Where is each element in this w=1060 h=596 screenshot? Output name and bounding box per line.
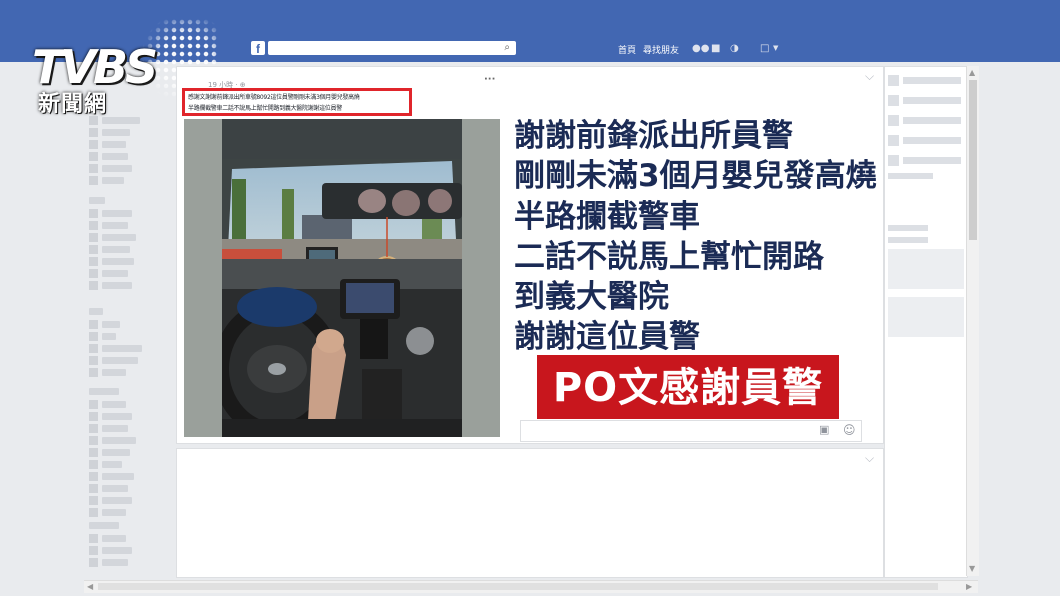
overlay-line-1: 謝謝前鋒派出所員警 [514, 118, 793, 154]
scroll-down-icon[interactable]: ▼ [969, 564, 975, 573]
chevron-down-icon[interactable]: ⌵ [865, 69, 874, 84]
comment-input[interactable]: ▣ ☺ [520, 420, 862, 442]
nav-home[interactable]: 首頁 [618, 43, 636, 56]
post-options-icon[interactable]: ··· [484, 74, 495, 85]
smiley-icon[interactable]: ☺ [843, 423, 857, 437]
chevron-down-icon[interactable]: ⌵ [865, 451, 874, 466]
overlay-line-6: 謝謝這位員警 [514, 319, 700, 355]
horizontal-scrollbar[interactable]: ◀ ▶ [84, 580, 978, 593]
globe-icon[interactable]: ◑ [730, 43, 742, 54]
search-input[interactable]: ⌕ [268, 41, 516, 55]
scrollbar-thumb[interactable] [969, 80, 977, 240]
friends-icon[interactable]: ●● [692, 43, 709, 54]
messages-icon[interactable]: ■ [711, 43, 723, 54]
next-post-card: ⌵ [176, 448, 884, 578]
headline-banner: PO文感謝員警 [537, 355, 839, 419]
post-photo[interactable] [222, 119, 462, 437]
post-caption-line-1: 感謝文謝謝前鋒派出所車號8092這位員警剛剛未滿3個月嬰兒發高燒 [188, 94, 360, 101]
scroll-up-icon[interactable]: ▲ [969, 68, 975, 77]
post-caption-line-2: 半路攔截警車二話不說馬上幫忙開路到義大醫院謝謝這位員警 [188, 105, 342, 112]
scrollbar-thumb[interactable] [98, 583, 938, 590]
overlay-line-5: 到義大醫院 [514, 279, 669, 315]
post-caption-highlight: 感謝文謝謝前鋒派出所車號8092這位員警剛剛未滿3個月嬰兒發高燒 半路攔截警車二… [182, 88, 412, 116]
overlay-line-3: 半路攔截警車 [514, 199, 700, 235]
account-icon[interactable]: □ [760, 43, 772, 54]
overlay-line-4: 二話不説馬上幫忙開路 [514, 239, 824, 275]
nav-find-friends[interactable]: 尋找朋友 [643, 43, 679, 56]
facebook-icon[interactable]: f [251, 41, 265, 56]
scroll-right-icon[interactable]: ▶ [966, 582, 972, 591]
scroll-left-icon[interactable]: ◀ [87, 582, 93, 591]
headline-text: PO文感謝員警 [552, 365, 824, 411]
right-sidebar [884, 66, 968, 578]
left-sidebar [84, 66, 176, 576]
camera-icon[interactable]: ▣ [819, 424, 833, 436]
chevron-down-icon[interactable]: ▼ [773, 43, 785, 54]
vertical-scrollbar[interactable]: ▲ ▼ [966, 66, 979, 576]
overlay-line-2: 剛剛未滿3個月嬰兒發高燒 [514, 158, 877, 194]
search-icon[interactable]: ⌕ [504, 42, 510, 53]
